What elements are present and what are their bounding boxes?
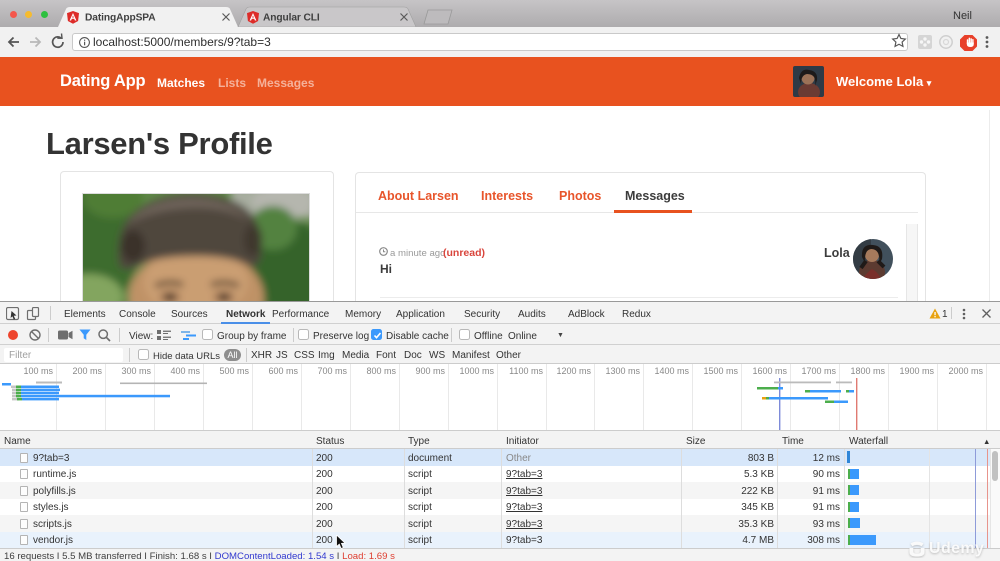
svg-text:1000 ms: 1000 ms [459, 366, 494, 376]
svg-text:Neil: Neil [953, 10, 972, 22]
svg-text:100 ms: 100 ms [23, 366, 53, 376]
svg-text:1400 ms: 1400 ms [654, 366, 689, 376]
svg-text:600 ms: 600 ms [268, 366, 298, 376]
svg-text:500 ms: 500 ms [219, 366, 249, 376]
svg-text:800 ms: 800 ms [366, 366, 396, 376]
svg-text:200 ms: 200 ms [72, 366, 102, 376]
svg-text:1700 ms: 1700 ms [801, 366, 836, 376]
svg-text:900 ms: 900 ms [415, 366, 445, 376]
svg-text:1800 ms: 1800 ms [850, 366, 885, 376]
svg-text:1600 ms: 1600 ms [752, 366, 787, 376]
svg-text:Angular CLI: Angular CLI [263, 13, 320, 24]
svg-text:DatingAppSPA: DatingAppSPA [85, 13, 156, 24]
svg-text:1100 ms: 1100 ms [509, 366, 543, 376]
svg-text:700 ms: 700 ms [317, 366, 347, 376]
svg-text:1900 ms: 1900 ms [899, 366, 934, 376]
svg-text:300 ms: 300 ms [121, 366, 151, 376]
svg-text:1200 ms: 1200 ms [556, 366, 591, 376]
svg-text:1500 ms: 1500 ms [703, 366, 738, 376]
svg-text:2000 ms: 2000 ms [948, 366, 983, 376]
svg-text:400 ms: 400 ms [170, 366, 200, 376]
svg-text:1300 ms: 1300 ms [605, 366, 640, 376]
